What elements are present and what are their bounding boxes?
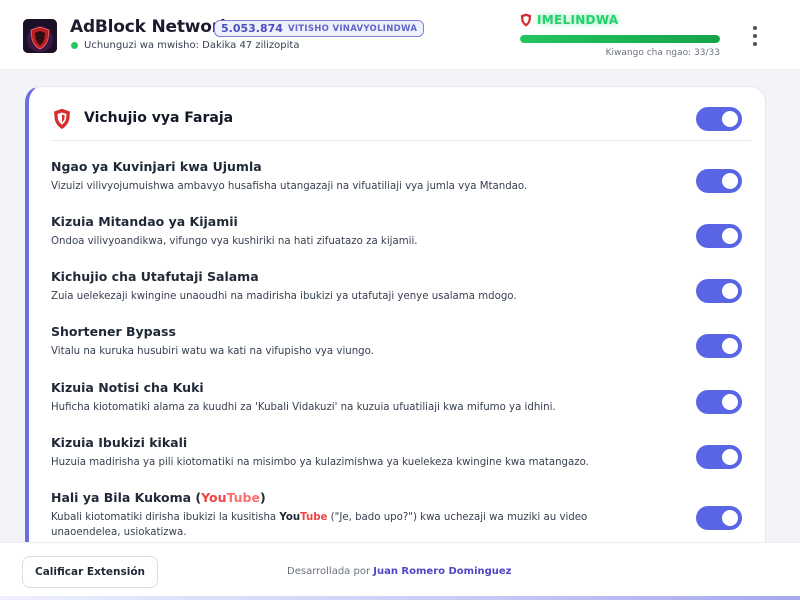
main-content: Vichujio vya Faraja Ngao ya Kuvinjari kw…: [0, 70, 800, 542]
protection-progress-bar: [520, 35, 720, 43]
status-dot-icon: [71, 42, 78, 49]
youtube-brand-tube: Tube: [300, 512, 328, 523]
filter-item: Kizuia Ibukizi kikali Huzuia madirisha y…: [51, 435, 751, 483]
kebab-dot: [753, 26, 757, 30]
filter-item: Kizuia Notisi cha Kuki Huficha kiotomati…: [51, 380, 751, 428]
protection-level-label: Kiwango cha ngao: 33/33: [605, 48, 720, 58]
filter-toggle-switch[interactable]: [696, 224, 742, 248]
title-suffix: ): [259, 490, 266, 505]
desc-before: Kubali kiotomatiki dirisha ibukizi la ku…: [51, 512, 280, 523]
filter-item-description: Vizuizi vilivyojumuishwa ambavyo husafis…: [51, 181, 528, 192]
filter-item: Ngao ya Kuvinjari kwa Ujumla Vizuizi vil…: [51, 159, 751, 207]
footer-accent-bar: [0, 596, 800, 600]
card-header: Vichujio vya Faraja: [51, 107, 751, 141]
filter-item-description: Kubali kiotomatiki dirisha ibukizi la ku…: [51, 510, 651, 540]
filter-item-title: Kizuia Ibukizi kikali: [51, 435, 188, 450]
credit-author-link[interactable]: Juan Romero Dominguez: [373, 566, 511, 577]
filter-toggle-switch[interactable]: [696, 169, 742, 193]
filter-item-description: Zuia uelekezaji kwingine unaoudhi na mad…: [51, 291, 517, 302]
youtube-brand-tube: Tube: [226, 490, 260, 505]
filter-item-title: Kichujio cha Utafutaji Salama: [51, 269, 259, 284]
master-toggle-switch[interactable]: [696, 107, 742, 131]
filter-item-title: Kizuia Notisi cha Kuki: [51, 380, 204, 395]
app-footer: Calificar Extensión Desarrollada por Jua…: [0, 542, 800, 600]
filter-toggle-switch[interactable]: [696, 390, 742, 414]
kebab-dot: [753, 42, 757, 46]
filter-item-title: Kizuia Mitandao ya Kijamii: [51, 214, 238, 229]
filter-toggle-switch[interactable]: [696, 445, 742, 469]
rate-extension-button[interactable]: Calificar Extensión: [22, 556, 159, 588]
filter-item-youtube: Hali ya Bila Kukoma (YouTube) Kubali kio…: [51, 490, 751, 542]
threats-counter-value: 5.053.874: [221, 22, 283, 35]
filter-item: Kichujio cha Utafutaji Salama Zuia uelek…: [51, 269, 751, 317]
filter-item: Kizuia Mitandao ya Kijamii Ondoa vilivyo…: [51, 214, 751, 262]
comfort-filters-card: Vichujio vya Faraja Ngao ya Kuvinjari kw…: [25, 86, 766, 542]
youtube-brand-you: You: [201, 490, 227, 505]
shield-icon: [520, 13, 532, 27]
last-scan-text: Uchunguzi wa mwisho: Dakika 47 zilizopit…: [84, 40, 300, 51]
filter-item-title: Ngao ya Kuvinjari kwa Ujumla: [51, 159, 262, 174]
adblock-shield-logo-icon: [23, 19, 57, 53]
filter-item: Shortener Bypass Vitalu na kuruka husubi…: [51, 324, 751, 372]
filter-item-title: Shortener Bypass: [51, 324, 176, 339]
last-scan-status: Uchunguzi wa mwisho: Dakika 47 zilizopit…: [71, 40, 299, 51]
youtube-brand-you: You: [279, 512, 301, 523]
shield-state: IMELINDWA: [520, 13, 618, 27]
kebab-dot: [753, 34, 757, 38]
filter-toggle-switch[interactable]: [696, 279, 742, 303]
shield-icon: [54, 108, 70, 129]
card-title: Vichujio vya Faraja: [84, 110, 234, 126]
filter-toggle-switch[interactable]: [696, 334, 742, 358]
filter-item-title: Hali ya Bila Kukoma (YouTube): [51, 490, 266, 505]
filter-toggle-switch[interactable]: [696, 506, 742, 530]
app-header: AdBlock Network 5.053.874 VITISHO VINAVY…: [0, 0, 800, 70]
credit-prefix: Desarrollada por: [287, 566, 374, 577]
filter-item-description: Huzuia madirisha ya pili kiotomatiki na …: [51, 457, 589, 468]
filter-item-description: Ondoa vilivyoandikwa, vifungo vya kushir…: [51, 236, 418, 247]
shield-state-label: IMELINDWA: [537, 13, 619, 27]
protection-progress-fill: [520, 35, 720, 43]
developer-credit: Desarrollada por Juan Romero Dominguez: [287, 566, 512, 577]
app-title: AdBlock Network: [70, 17, 232, 37]
filter-item-description: Huficha kiotomatiki alama za kuudhi za '…: [51, 402, 556, 413]
filter-item-description: Vitalu na kuruka husubiri watu wa kati n…: [51, 346, 374, 357]
kebab-menu-icon[interactable]: [746, 24, 764, 48]
threats-counter-badge: 5.053.874 VITISHO VINAVYOLINDWA: [214, 20, 425, 37]
title-prefix: Hali ya Bila Kukoma (: [51, 490, 202, 505]
threats-counter-label: VITISHO VINAVYOLINDWA: [287, 23, 418, 34]
